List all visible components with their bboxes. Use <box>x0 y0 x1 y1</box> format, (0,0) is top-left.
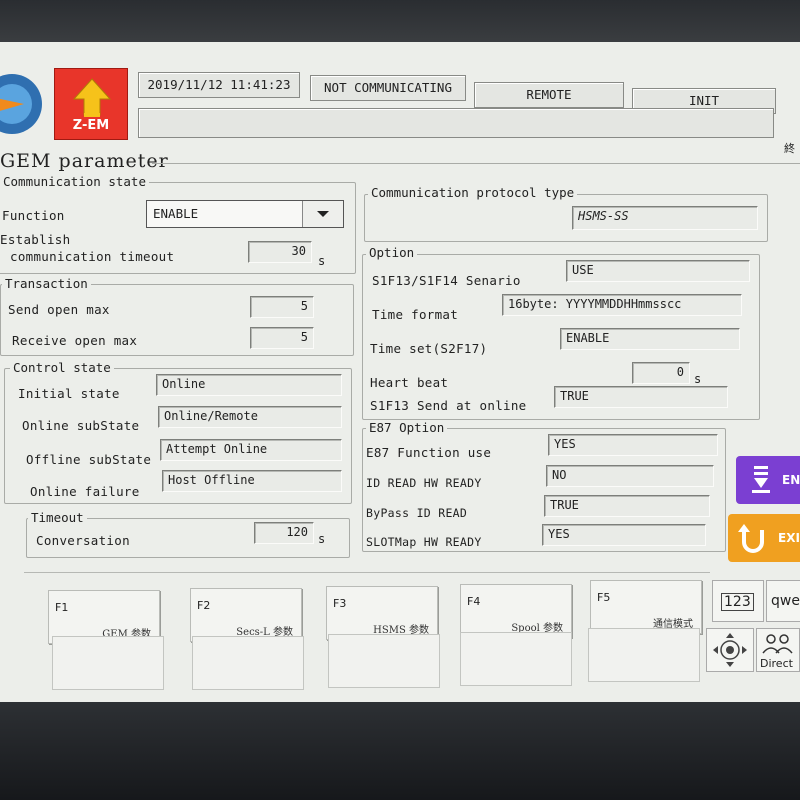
exit-button[interactable]: EXI <box>728 514 800 562</box>
establish-timeout-unit: s <box>318 254 326 268</box>
bypass-id-read-field: TRUE <box>544 495 710 517</box>
id-read-field: NO <box>546 465 714 487</box>
message-bar <box>138 108 774 138</box>
f5-number: F5 <box>597 591 611 604</box>
f3-lower-button[interactable] <box>328 634 440 688</box>
protocol-field: HSMS-SS <box>572 206 758 230</box>
z-em-button[interactable]: Z-EM <box>54 68 128 140</box>
initial-state-label: Initial state <box>18 386 120 401</box>
f3-number: F3 <box>333 597 347 610</box>
direct-label: Direct <box>760 657 793 670</box>
function-label: Function <box>2 208 65 223</box>
conversation-label: Conversation <box>36 533 130 548</box>
protocol-title: Communication protocol type <box>368 185 578 200</box>
f1-lower-button[interactable] <box>52 636 164 690</box>
heart-beat-label: Heart beat <box>370 375 449 390</box>
f5-comm-mode-button[interactable]: F5 通信模式 <box>590 580 702 634</box>
initial-state-field: Online <box>156 374 342 396</box>
heart-beat-input[interactable]: 0 <box>632 362 690 384</box>
app-logo <box>0 68 44 140</box>
slotmap-label: SLOTMap HW READY <box>366 535 482 549</box>
numeric-keypad-label: 123 <box>721 593 754 611</box>
monitor-bezel-top <box>0 0 800 42</box>
f2-lower-button[interactable] <box>192 636 304 690</box>
scenario-label: S1F13/S1F14 Senario <box>372 273 521 288</box>
online-substate-label: Online subState <box>22 418 140 433</box>
monitor-bezel-bottom <box>0 702 800 800</box>
time-set-field: ENABLE <box>560 328 740 350</box>
qwerty-keyboard-label: qwe <box>771 593 800 609</box>
f2-secs-l-button[interactable]: F2 Secs-L 参数 <box>190 588 302 642</box>
online-failure-label: Online failure <box>30 484 140 499</box>
enter-label: EN <box>782 473 800 487</box>
control-state-title: Control state <box>10 360 114 375</box>
dpad-icon <box>713 633 747 667</box>
send-open-input[interactable]: 5 <box>250 296 314 318</box>
direction-pad-button[interactable] <box>706 628 754 672</box>
hmi-screen: Z-EM 2019/11/12 11:41:23 NOT COMMUNICATI… <box>0 42 800 702</box>
establish-timeout-input[interactable]: 30 <box>248 241 312 263</box>
scenario-field: USE <box>566 260 750 282</box>
title-rule <box>152 163 800 164</box>
datetime-display: 2019/11/12 11:41:23 <box>138 72 300 98</box>
f2-number: F2 <box>197 599 211 612</box>
f4-lower-button[interactable] <box>460 632 572 686</box>
offline-substate-label: Offline subState <box>26 452 152 467</box>
e87-option-title: E87 Option <box>366 420 448 435</box>
f1-number: F1 <box>55 601 69 614</box>
f5-lower-button[interactable] <box>588 628 700 682</box>
establish-label-1: Establish <box>0 232 71 247</box>
download-arrow-icon <box>752 466 770 493</box>
conversation-input[interactable]: 120 <box>254 522 314 544</box>
receive-open-input[interactable]: 5 <box>250 327 314 349</box>
time-format-field: 16byte: YYYYMMDDHHmmsscc <box>502 294 742 316</box>
time-format-label: Time format <box>372 307 459 322</box>
enter-button[interactable]: EN <box>736 456 800 504</box>
function-dropdown[interactable]: ENABLE <box>146 200 344 228</box>
numeric-keypad-button[interactable]: 123 <box>712 580 764 622</box>
page-title: GEM parameter <box>0 150 169 172</box>
comm-status-display: NOT COMMUNICATING <box>310 75 466 101</box>
f4-number: F4 <box>467 595 481 608</box>
dropdown-button[interactable] <box>302 201 343 227</box>
f3-hsms-button[interactable]: F3 HSMS 参数 <box>326 586 438 640</box>
bypass-id-read-label: ByPass ID READ <box>366 506 468 520</box>
heart-beat-unit: s <box>694 372 702 386</box>
e87-function-use-field: YES <box>548 434 718 456</box>
slotmap-field: YES <box>542 524 706 546</box>
communication-state-title: Communication state <box>0 174 149 189</box>
s1f13-send-field: TRUE <box>554 386 728 408</box>
function-dropdown-value: ENABLE <box>153 206 199 221</box>
people-icon <box>762 634 793 654</box>
z-em-label: Z-EM <box>72 118 110 133</box>
online-substate-field: Online/Remote <box>158 406 342 428</box>
f4-spool-button[interactable]: F4 Spool 参数 <box>460 584 572 638</box>
chevron-down-icon <box>317 211 329 217</box>
option-title: Option <box>366 245 418 260</box>
establish-label-2: communication timeout <box>10 249 175 264</box>
corner-text: 終 <box>784 142 796 155</box>
time-set-label: Time set(S2F17) <box>370 341 488 356</box>
u-turn-icon <box>738 524 764 553</box>
online-failure-field: Host Offline <box>162 470 342 492</box>
conversation-unit: s <box>318 532 326 546</box>
offline-substate-field: Attempt Online <box>160 439 342 461</box>
exit-label: EXI <box>778 531 800 545</box>
receive-open-label: Receive open max <box>12 333 138 348</box>
direct-button[interactable]: Direct <box>756 628 800 672</box>
s1f13-send-label: S1F13 Send at online <box>370 398 527 413</box>
mode-display: REMOTE <box>474 82 624 108</box>
send-open-label: Send open max <box>8 302 110 317</box>
transaction-title: Transaction <box>2 276 91 291</box>
id-read-label: ID READ HW READY <box>366 476 482 490</box>
e87-function-use-label: E87 Function use <box>366 445 492 460</box>
qwerty-keyboard-button[interactable]: qwe <box>766 580 800 622</box>
arrow-up-icon <box>72 78 112 117</box>
timeout-title: Timeout <box>28 510 87 525</box>
